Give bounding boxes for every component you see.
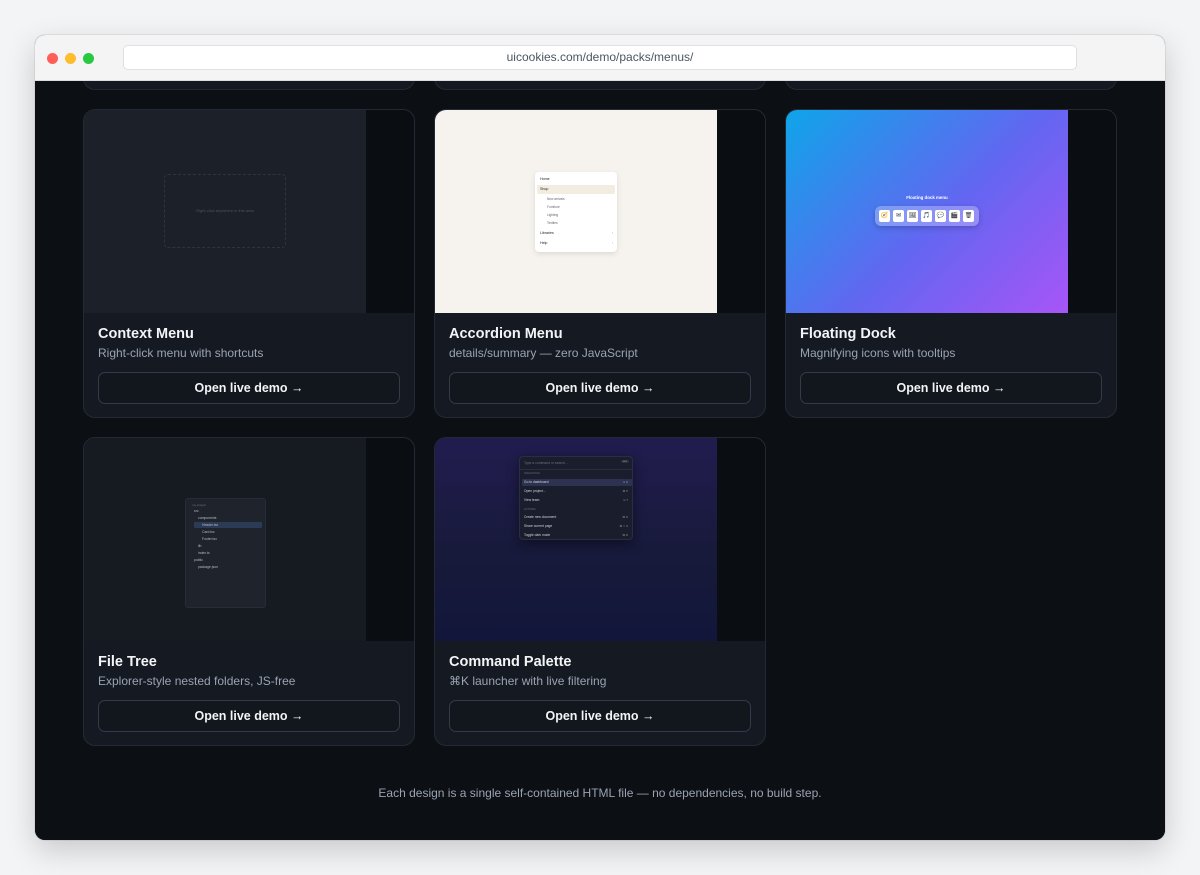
preview-label: Floating dock menu — [906, 195, 948, 200]
open-live-demo-button[interactable]: Open live demo → — [98, 372, 400, 404]
card-preview: my-project src components Header.tsx Car… — [84, 438, 414, 641]
accordion-subitem: New arrivals — [547, 197, 565, 201]
preview-hint: Right-click anywhere in this area — [196, 208, 254, 213]
preview-frame: Home Shop New arrivals Furniture Lightin… — [435, 110, 717, 313]
video-icon: 🎬 — [949, 210, 960, 222]
accordion-item: Shop — [540, 187, 549, 191]
shortcut-hint: ⌘ N — [622, 515, 628, 519]
open-live-demo-button[interactable]: Open live demo → — [800, 372, 1102, 404]
card-stub — [83, 81, 415, 90]
tree-row: lib — [198, 544, 202, 548]
address-bar[interactable]: uicookies.com/demo/packs/menus/ — [123, 45, 1077, 70]
card-preview: Right-click anywhere in this area — [84, 110, 414, 313]
open-live-demo-button[interactable]: Open live demo → — [449, 372, 751, 404]
music-icon: 🎵 — [921, 210, 932, 222]
palette-group-label: ACTIONS — [524, 508, 536, 511]
shortcut-hint: ⌘ D — [622, 533, 628, 537]
card-preview: Type a command or search… esc NAVIGATION… — [435, 438, 765, 641]
card-title: Floating Dock — [800, 326, 896, 342]
card-title: File Tree — [98, 654, 157, 670]
tree-row: src — [194, 509, 199, 513]
accordion-item: Help — [540, 241, 548, 245]
shortcut-hint: ⌘ P — [622, 489, 628, 493]
shortcut-hint: G D — [623, 480, 628, 484]
tree-row: public — [194, 558, 203, 562]
shortcut-hint: G T — [623, 498, 628, 502]
demo-card-command-palette: Type a command or search… esc NAVIGATION… — [434, 437, 766, 746]
accordion-subitem: Textiles — [547, 221, 558, 225]
preview-frame: Floating dock menu 🧭 ✉ 🖼 🎵 💬 🎬 🗑 — [786, 110, 1068, 313]
photos-icon: 🖼 — [907, 210, 918, 222]
preview-frame: Right-click anywhere in this area — [84, 110, 366, 313]
preview-frame: my-project src components Header.tsx Car… — [84, 438, 366, 641]
accordion-item: Libraries — [540, 231, 554, 235]
palette-item: Go to dashboard — [524, 480, 549, 484]
palette-item: Share current page — [524, 524, 553, 528]
palette-item: Open project… — [524, 489, 547, 493]
maximize-window-button[interactable] — [83, 53, 94, 64]
tree-row: Header.tsx — [202, 523, 219, 527]
demo-card-accordion-menu: Home Shop New arrivals Furniture Lightin… — [434, 109, 766, 418]
card-subtitle: Magnifying icons with tooltips — [800, 346, 956, 360]
demo-card-context-menu: Right-click anywhere in this area Contex… — [83, 109, 415, 418]
card-subtitle: details/summary — zero JavaScript — [449, 346, 638, 360]
card-stub — [785, 81, 1117, 90]
chevron-right-icon: › — [611, 241, 613, 245]
command-palette-panel: Type a command or search… esc NAVIGATION… — [519, 456, 633, 540]
card-subtitle: ⌘K launcher with live filtering — [449, 674, 607, 688]
shortcut-hint: ⌘ ⇧ S — [619, 524, 628, 528]
page-viewport: Right-click anywhere in this area Contex… — [35, 81, 1165, 840]
card-title: Accordion Menu — [449, 326, 563, 342]
palette-search-placeholder: Type a command or search… — [524, 461, 569, 465]
messages-icon: 💬 — [935, 210, 946, 222]
palette-item: Toggle dark mode — [524, 533, 551, 537]
card-subtitle: Explorer-style nested folders, JS-free — [98, 674, 296, 688]
file-tree-header: my-project — [192, 503, 207, 507]
browser-window: uicookies.com/demo/packs/menus/ Right-cl… — [35, 35, 1165, 840]
tree-row: components — [198, 516, 217, 520]
compass-icon: 🧭 — [879, 210, 890, 222]
divider — [520, 469, 632, 470]
card-preview: Floating dock menu 🧭 ✉ 🖼 🎵 💬 🎬 🗑 — [786, 110, 1116, 313]
accordion-open-highlight — [537, 185, 615, 194]
card-title: Context Menu — [98, 326, 194, 342]
mail-icon: ✉ — [893, 210, 904, 222]
tree-row: index.ts — [198, 551, 210, 555]
open-live-demo-button[interactable]: Open live demo → — [449, 700, 751, 732]
footer-note: Each design is a single self-contained H… — [378, 786, 822, 800]
card-title: Command Palette — [449, 654, 572, 670]
accordion-panel: Home Shop New arrivals Furniture Lightin… — [535, 172, 617, 252]
dock-bar: 🧭 ✉ 🖼 🎵 💬 🎬 🗑 — [875, 206, 979, 226]
close-window-button[interactable] — [47, 53, 58, 64]
demo-card-floating-dock: Floating dock menu 🧭 ✉ 🖼 🎵 💬 🎬 🗑 Floatin… — [785, 109, 1117, 418]
tree-row: Card.tsx — [202, 530, 215, 534]
accordion-subitem: Lighting — [547, 213, 559, 217]
preview-frame: Type a command or search… esc NAVIGATION… — [435, 438, 717, 641]
card-preview: Home Shop New arrivals Furniture Lightin… — [435, 110, 765, 313]
file-tree-panel: my-project src components Header.tsx Car… — [185, 498, 266, 608]
browser-toolbar: uicookies.com/demo/packs/menus/ — [35, 35, 1165, 81]
palette-group-label: NAVIGATION — [524, 472, 540, 475]
trash-icon: 🗑 — [963, 210, 974, 222]
tree-row: package.json — [198, 565, 218, 569]
palette-item: View team — [524, 498, 540, 502]
esc-key-badge: esc — [620, 460, 629, 463]
open-live-demo-button[interactable]: Open live demo → — [98, 700, 400, 732]
card-stub — [434, 81, 766, 90]
minimize-window-button[interactable] — [65, 53, 76, 64]
accordion-item: Home — [540, 177, 550, 181]
demo-card-file-tree: my-project src components Header.tsx Car… — [83, 437, 415, 746]
tree-row: Footer.tsx — [202, 537, 217, 541]
palette-item: Create new document — [524, 515, 557, 519]
accordion-subitem: Furniture — [547, 205, 560, 209]
card-subtitle: Right-click menu with shortcuts — [98, 346, 264, 360]
right-click-zone: Right-click anywhere in this area — [164, 174, 286, 248]
chevron-right-icon: › — [611, 231, 613, 235]
